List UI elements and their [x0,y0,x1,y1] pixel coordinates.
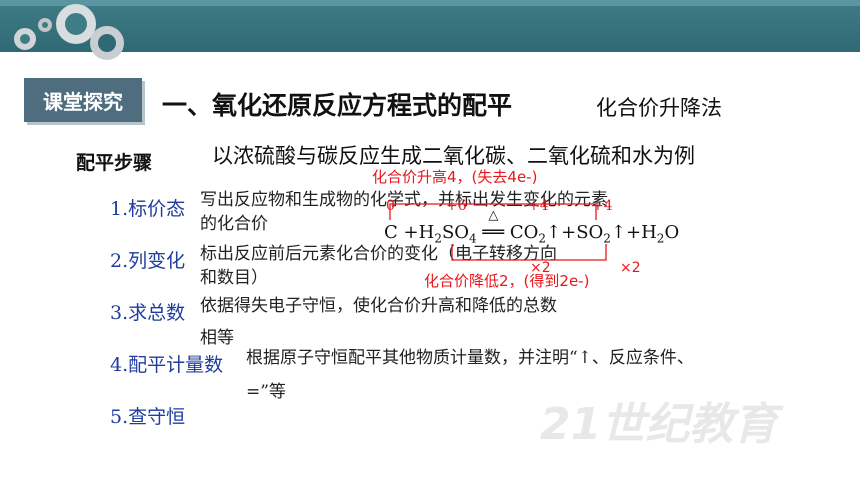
step-3-desc: 依据得失电子守恒，使化合价升高和降低的总数 相等 [200,294,557,350]
multiplier: ×2 [620,260,641,276]
formula-part: H [418,222,435,243]
oxidation-annotation: 化合价升高4，(失去4e-) [372,168,538,186]
gear-icon [90,26,124,60]
desc-line: 依据得失电子守恒，使化合价升高和降低的总数 [200,296,557,316]
method-label: 化合价升降法 [596,96,722,120]
step-number: 4. [110,354,129,376]
formula-part: CO [509,222,539,243]
gas-arrow-icon: ↑ [546,222,562,243]
step-number: 3. [110,302,129,324]
reaction-arrow: △ ══ [482,208,505,243]
step-label: 列变化 [128,250,186,272]
step-1: 1.标价态 [110,194,185,221]
formula-part: +H [626,222,657,243]
ox-state: +4 [592,198,613,214]
ox-state: +4 [528,198,549,214]
step-number: 1. [110,198,129,220]
page-title: 一、氧化还原反应方程式的配平 [162,91,513,120]
subscript: 2 [434,231,442,246]
formula-c: C [384,222,398,243]
steps-label: 配平步骤 [76,152,153,174]
ox-state: 0 [386,198,395,214]
equals-arrow: ══ [482,222,505,243]
header-bar [0,0,860,60]
step-number: 2. [110,250,129,272]
step-2: 2.列变化 [110,246,185,273]
formula-part: +SO [561,222,604,243]
plus-sign: + [403,222,419,243]
step-3: 3.求总数 [110,298,185,325]
reduction-annotation: 化合价降低2，(得到2e-) [424,272,590,290]
step-number: 5. [110,406,129,428]
desc-line: 根据原子守恒配平其他物质计量数，并注明“↑、反应条件、 [246,348,694,368]
heat-icon: △ [488,208,499,223]
gear-icon [14,28,36,50]
gear-icon [38,18,52,32]
step-4: 4.配平计量数 [110,350,223,377]
subscript: 2 [603,231,611,246]
subscript: 2 [538,231,547,246]
step-label: 求总数 [128,302,186,324]
ox-state: +6 [446,198,467,214]
section-badge: 课堂探究 [24,78,142,122]
chemical-equation: C +H2SO4 △ ══ CO2↑+SO2↑+H2O [384,208,680,246]
header-highlight [0,0,860,6]
subscript: 4 [469,231,477,246]
multiplier: ×2 [530,260,551,276]
step-label: 查守恒 [128,406,186,428]
gas-arrow-icon: ↑ [610,222,627,243]
step-5: 5.查守恒 [110,402,185,429]
formula-part: SO [441,222,470,243]
watermark-logo: 21世纪教育 [540,399,778,450]
formula-part: O [664,222,680,243]
step-label: 配平计量数 [128,354,224,376]
step-label: 标价态 [128,198,186,220]
